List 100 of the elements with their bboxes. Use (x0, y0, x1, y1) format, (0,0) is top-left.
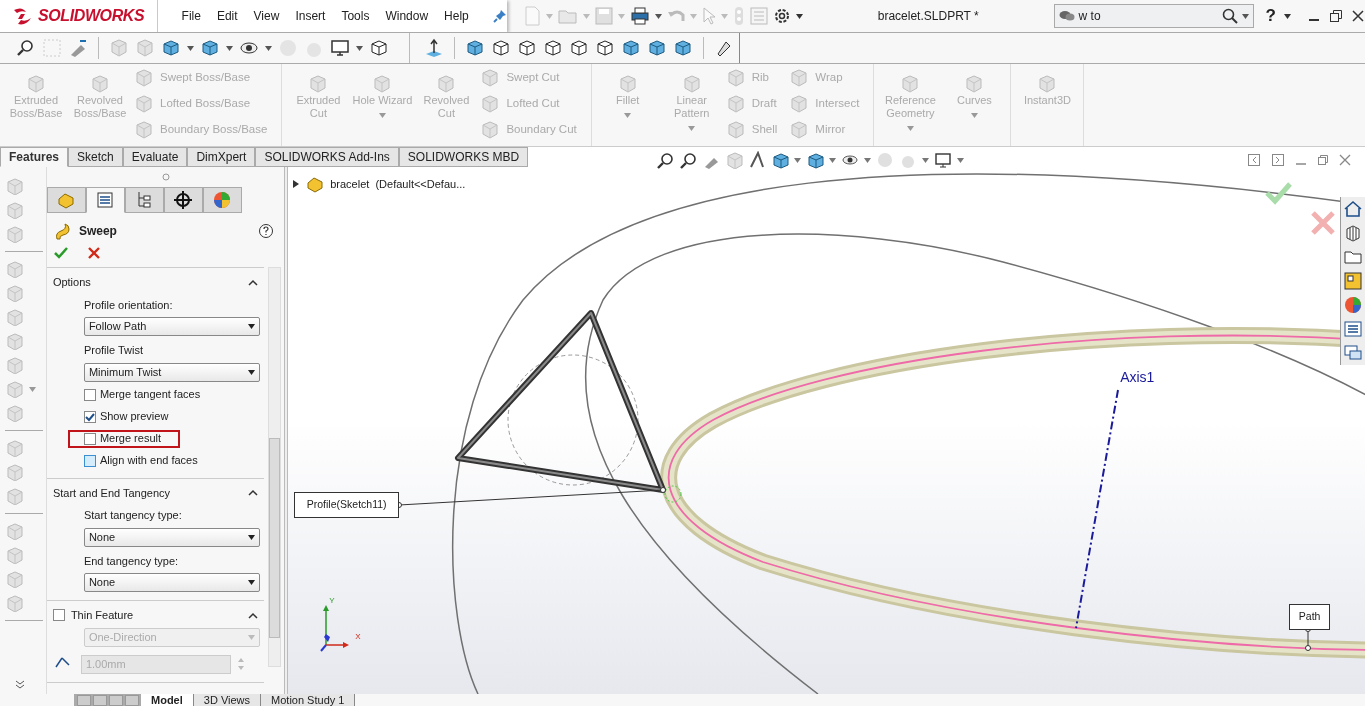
feature-icon[interactable] (5, 594, 25, 612)
expand-icon[interactable] (15, 680, 25, 690)
cube-icon[interactable] (673, 38, 693, 58)
view-orientation-icon[interactable] (161, 38, 181, 58)
section-title[interactable]: Thin Feature (70, 607, 134, 624)
parts-library-icon[interactable] (1343, 223, 1363, 243)
caret-icon[interactable] (248, 534, 256, 540)
caret-icon[interactable] (248, 369, 256, 375)
callout[interactable]: Path (1289, 604, 1331, 630)
close-icon[interactable] (1351, 9, 1365, 23)
menu-item[interactable]: File (173, 7, 209, 25)
feature-icon[interactable] (5, 570, 25, 588)
command-tab[interactable]: Sketch (68, 147, 123, 167)
view-orientation-icon[interactable] (771, 151, 790, 169)
forum-icon[interactable] (1343, 343, 1363, 363)
dropdown[interactable]: None (83, 527, 261, 547)
caret-icon[interactable] (654, 13, 662, 19)
wireframe-cube-icon[interactable] (543, 38, 563, 58)
monitor-icon[interactable] (330, 38, 350, 58)
menu-item[interactable]: Edit (208, 7, 246, 25)
checkbox[interactable] (83, 388, 96, 401)
dropdown[interactable]: None (83, 573, 261, 592)
wireframe-cube-icon[interactable] (491, 38, 511, 58)
callout[interactable]: Profile(Sketch11) (294, 492, 400, 518)
feature-icon[interactable] (5, 404, 25, 422)
feature-icon[interactable] (5, 177, 25, 195)
feature-icon[interactable] (5, 546, 25, 564)
command-tab[interactable]: Features (0, 147, 69, 167)
section-title[interactable]: Options (52, 274, 91, 291)
cursor-icon[interactable] (701, 7, 716, 25)
zoom-to-fit-icon[interactable] (656, 151, 675, 169)
feature-icon[interactable] (5, 308, 25, 326)
feature-icon[interactable] (5, 356, 25, 374)
wireframe-cube-icon[interactable] (569, 38, 589, 58)
caret-icon[interactable] (1284, 13, 1291, 19)
search-icon[interactable] (1221, 8, 1238, 24)
help-icon[interactable] (258, 223, 275, 239)
custom-properties-icon[interactable] (1343, 319, 1363, 339)
help-button[interactable]: ? (1265, 3, 1276, 29)
tile-right-icon[interactable] (1271, 153, 1285, 167)
search-field[interactable]: w to (1053, 4, 1254, 28)
spin-icon[interactable] (236, 656, 245, 672)
menu-item[interactable]: View (245, 7, 288, 25)
feature-icon[interactable] (5, 380, 25, 398)
pin-icon[interactable] (492, 9, 507, 23)
wireframe-cube-icon[interactable] (595, 38, 615, 58)
checkbox[interactable] (52, 609, 65, 622)
feature-icon[interactable] (5, 522, 25, 540)
model-tab[interactable]: Model (141, 694, 194, 706)
zoom-area-icon[interactable] (679, 151, 698, 169)
cube-icon[interactable] (647, 38, 667, 58)
command-tab[interactable]: SOLIDWORKS MBD (398, 147, 529, 167)
command-tab[interactable]: DimXpert (187, 147, 256, 167)
cancel-icon[interactable] (86, 246, 101, 260)
expand-caret-icon[interactable] (292, 180, 301, 188)
checkbox[interactable] (83, 410, 96, 423)
feature-icon[interactable] (5, 439, 25, 457)
checkbox[interactable] (83, 432, 96, 445)
model-tab[interactable]: Motion Study 1 (261, 694, 356, 706)
view-palette-icon[interactable] (1343, 271, 1363, 291)
feature-icon[interactable] (5, 201, 25, 219)
checkbox-option[interactable]: Merge result (67, 429, 180, 448)
panel-tab[interactable] (163, 187, 203, 213)
cube-icon[interactable] (621, 38, 641, 58)
checkbox[interactable] (83, 454, 96, 467)
home-icon[interactable] (1343, 199, 1363, 219)
dropdown[interactable]: Follow Path (83, 317, 261, 336)
collapse-icon[interactable] (248, 611, 259, 619)
checkbox-option[interactable]: Merge tangent faces (67, 385, 209, 404)
menu-item[interactable]: Tools (333, 7, 378, 25)
caret-icon[interactable] (187, 45, 194, 51)
normal-to-icon[interactable] (424, 38, 444, 58)
wireframe-cube-icon[interactable] (517, 38, 537, 58)
menu-item[interactable]: Insert (287, 7, 334, 25)
collapse-icon[interactable] (248, 489, 259, 497)
feature-icon[interactable] (5, 225, 25, 243)
command-tab[interactable]: Evaluate (122, 147, 188, 167)
section-title[interactable]: Start and End Tangency (52, 484, 171, 501)
feature-icon[interactable] (5, 284, 25, 302)
feature-icon[interactable] (5, 487, 25, 505)
tree-item[interactable]: bracelet (Default<<Defau... (330, 175, 466, 193)
model-tab[interactable]: 3D Views (193, 694, 262, 706)
checkbox-option[interactable]: Align with end faces (67, 451, 206, 470)
zoom-to-fit-icon[interactable] (16, 38, 36, 58)
display-style-icon[interactable] (200, 38, 220, 58)
folder-icon[interactable] (557, 7, 578, 25)
caret-icon[interactable] (248, 324, 256, 329)
ok-icon[interactable] (52, 245, 69, 261)
feature-icon[interactable] (5, 260, 25, 278)
feature-icon[interactable] (5, 332, 25, 350)
settings-icon[interactable] (772, 7, 791, 25)
menu-item[interactable]: Window (377, 7, 437, 25)
command-tab[interactable]: SOLIDWORKS Add-Ins (255, 147, 399, 167)
tile-left-icon[interactable] (1247, 153, 1261, 167)
ok-icon[interactable] (1264, 181, 1293, 205)
restore-icon[interactable] (1329, 9, 1343, 23)
scrollbar[interactable] (268, 267, 282, 667)
caret-icon[interactable] (248, 580, 256, 585)
wireframe-cube-icon[interactable] (369, 38, 389, 58)
monitor-icon[interactable] (934, 151, 953, 169)
